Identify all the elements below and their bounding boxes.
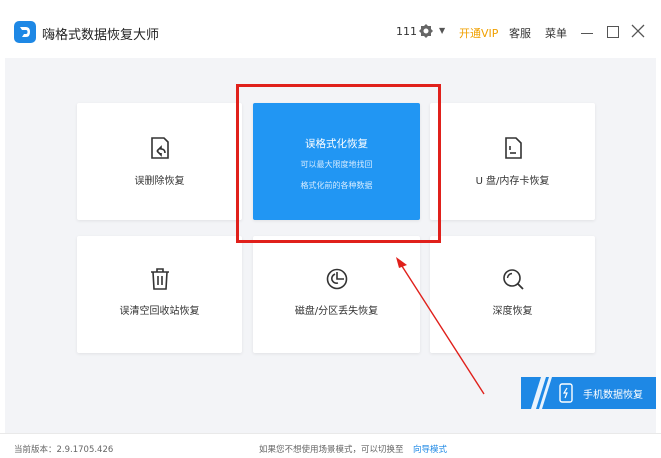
switch-mode-text: 如果您不想使用场景模式，可以切换至: [259, 445, 404, 455]
status-bar: 当前版本：2.9.1705.426 如果您不想使用场景模式，可以切换至 向导模式: [0, 433, 661, 458]
mobile-recovery-label: 手机数据恢复: [583, 390, 643, 401]
phone-icon: [559, 383, 573, 407]
wizard-mode-link[interactable]: 向导模式: [413, 443, 447, 455]
mobile-recovery-button[interactable]: 手机数据恢复: [521, 377, 656, 409]
version-text: 当前版本：2.9.1705.426: [14, 445, 114, 455]
